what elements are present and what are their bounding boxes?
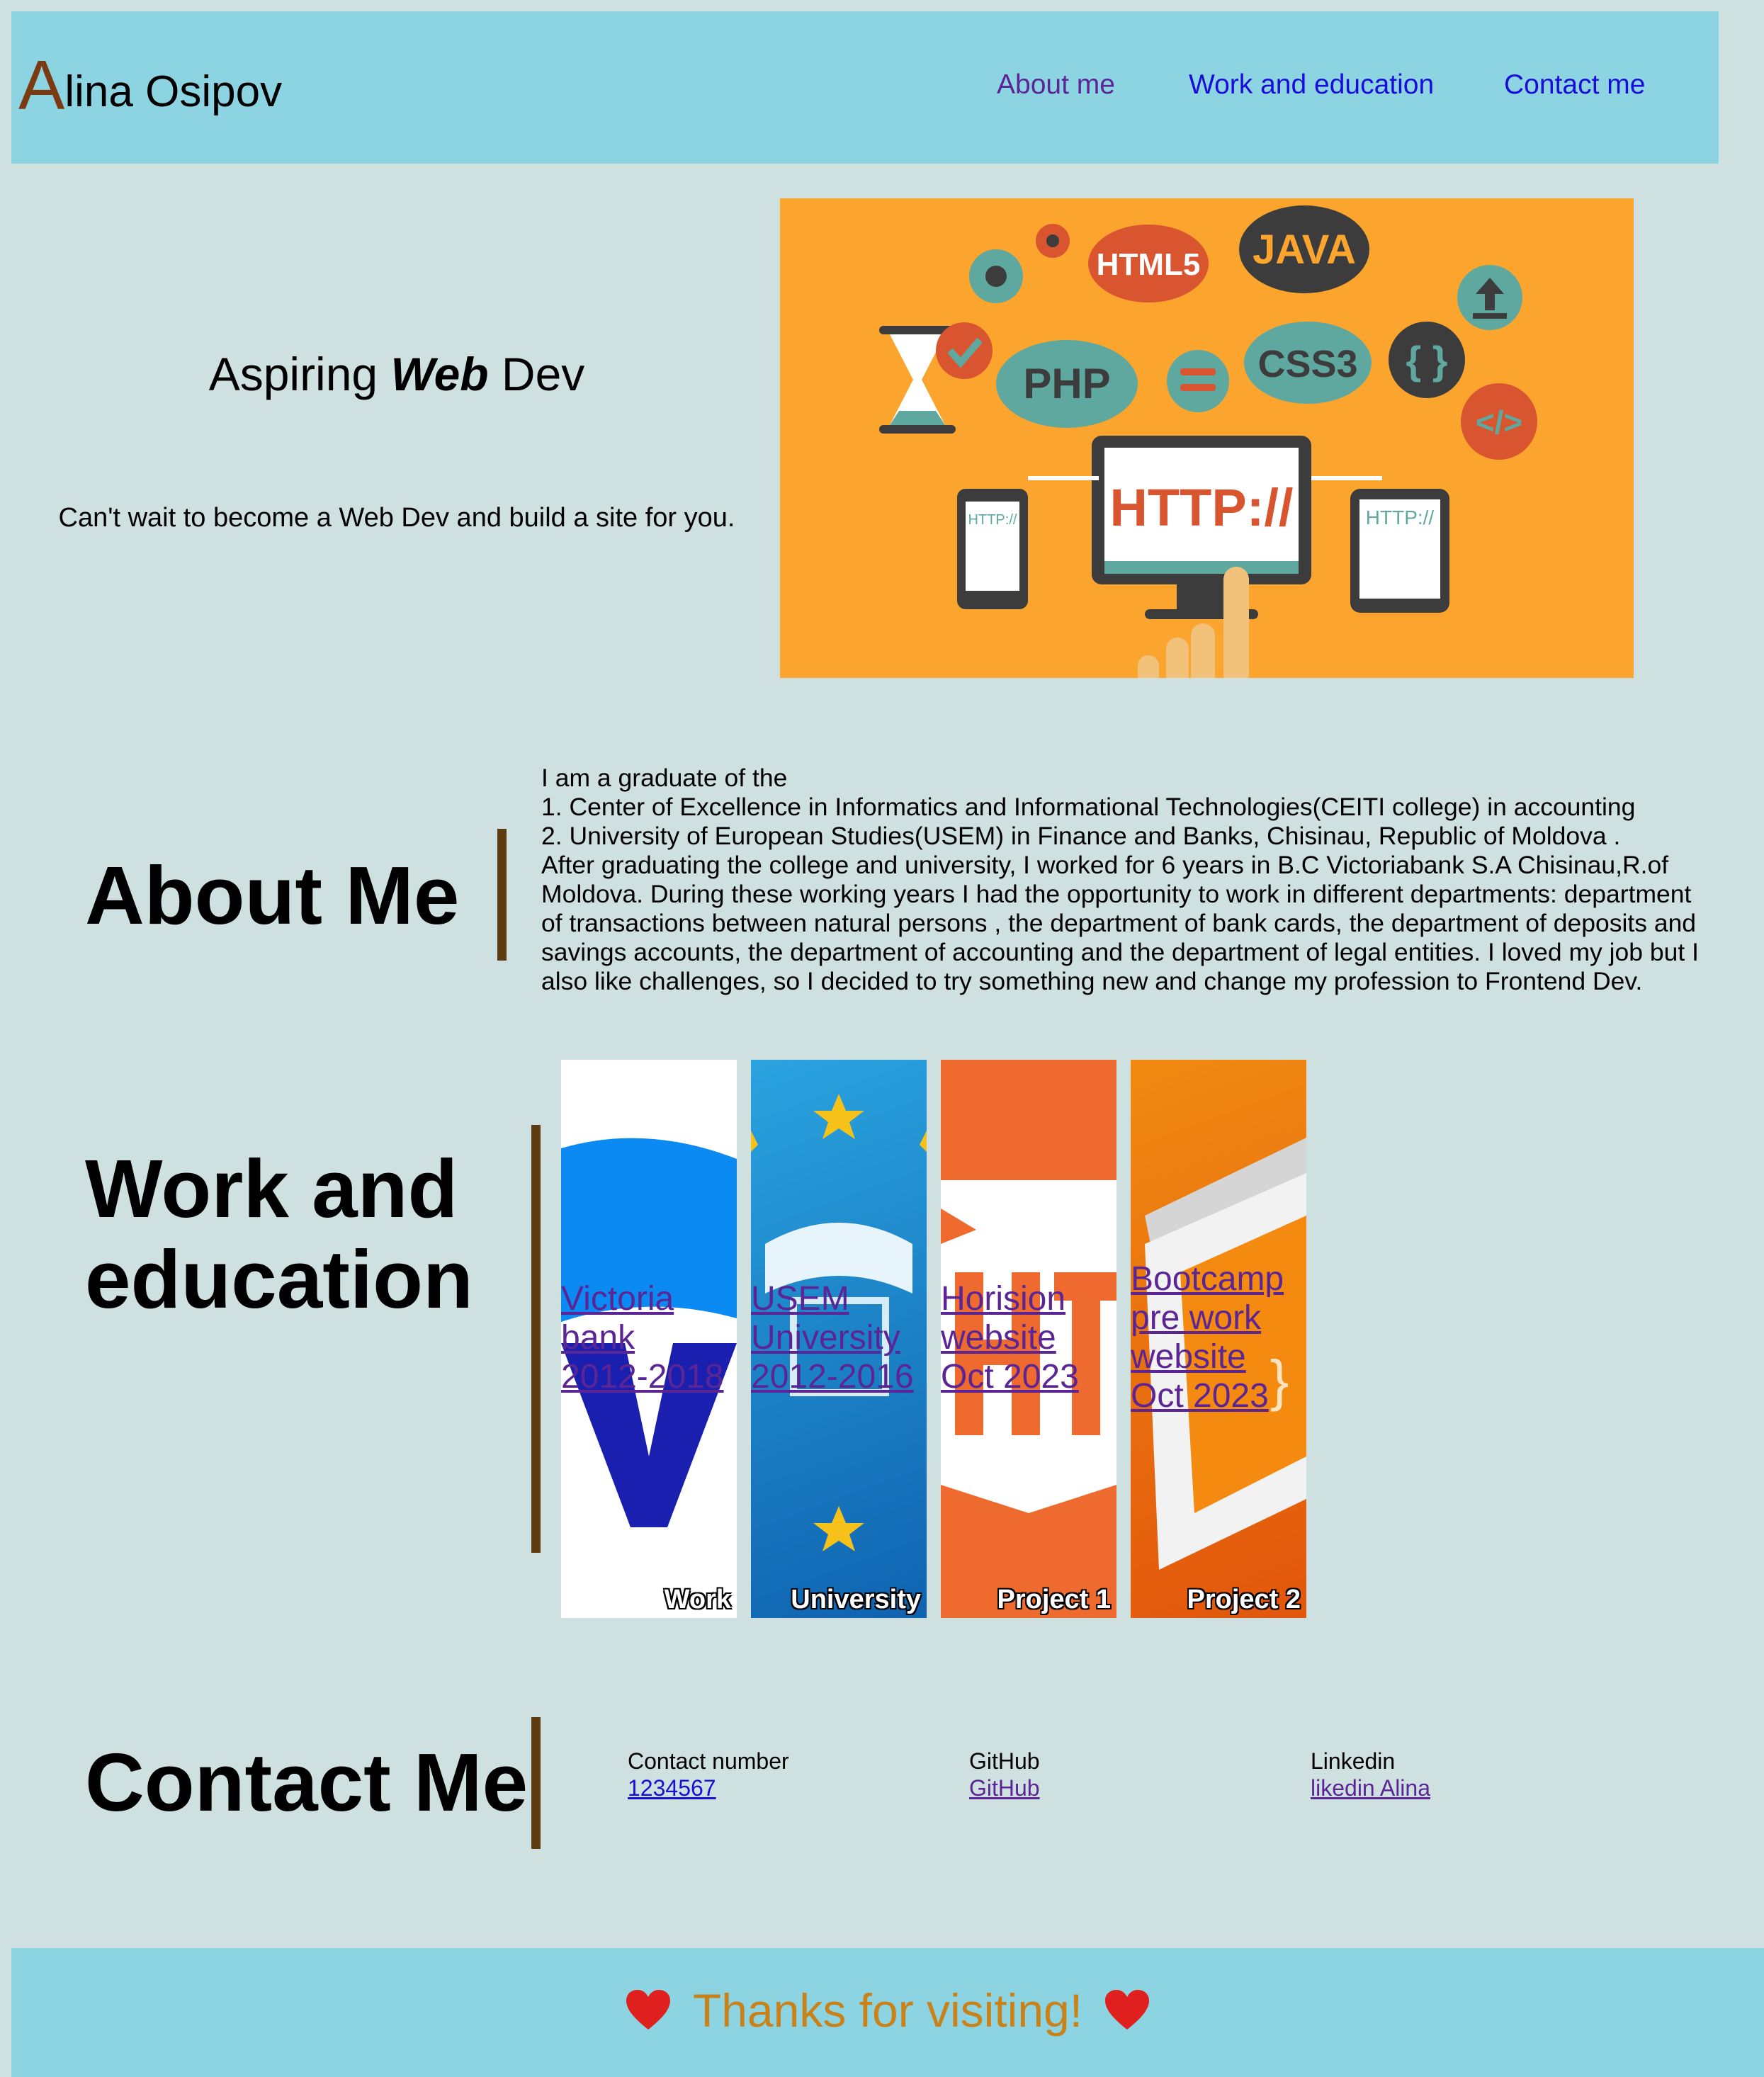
contact-number-link[interactable]: 1234567 — [628, 1775, 716, 1801]
hero-title-pre: Aspiring — [208, 348, 391, 400]
svg-text:HTML5: HTML5 — [1097, 247, 1201, 282]
about-line: After graduating the college and univers… — [541, 851, 1669, 879]
github-link[interactable]: GitHub — [969, 1775, 1040, 1801]
github-label: GitHub — [969, 1748, 1040, 1774]
card-link-line: 2012-2018 — [561, 1358, 724, 1396]
check-icon — [936, 322, 993, 379]
heart-icon — [1104, 1988, 1150, 2042]
about-divider — [497, 829, 507, 961]
work-card-usem-university[interactable]: USEM University 2012-2016 University — [751, 1060, 927, 1618]
svg-text:</>: </> — [1476, 404, 1523, 441]
card-link-line: USEM — [751, 1280, 849, 1318]
card-link-line: Oct 2023 — [941, 1358, 1079, 1396]
svg-text:JAVA: JAVA — [1253, 227, 1356, 273]
java-bubble: JAVA — [1239, 205, 1369, 293]
linkedin-link[interactable]: likedin Alina — [1311, 1775, 1430, 1801]
work-title: Work and education — [85, 1143, 473, 1325]
logo-name: lina Osipov — [64, 67, 283, 116]
hero-title-post: Dev — [488, 348, 585, 400]
phone-icon: HTTP:// — [957, 489, 1028, 609]
work-title-line: education — [85, 1233, 473, 1325]
nav-about-me[interactable]: About me — [997, 69, 1115, 101]
usem-university-link[interactable]: USEM University 2012-2016 — [751, 1279, 927, 1396]
web-tech-illustration: HTML5 JAVA PHP CSS3 { } </> HTTP:// HTTP… — [780, 198, 1634, 678]
horision-website-link[interactable]: Horision website Oct 2023 — [941, 1279, 1116, 1396]
card-link-line: Horision — [941, 1280, 1066, 1318]
contact-divider — [531, 1717, 541, 1849]
about-line: 2. University of European Studies(USEM) … — [541, 822, 1621, 850]
work-card-victoria-bank[interactable]: Victoria bank 2012-2018 Work — [561, 1060, 737, 1618]
svg-text:PHP: PHP — [1023, 360, 1110, 407]
html5-bubble: HTML5 — [1088, 225, 1209, 302]
contact-title: Contact Me — [85, 1736, 528, 1828]
php-bubble: PHP — [996, 340, 1138, 428]
work-divider — [531, 1125, 541, 1553]
card-link-line: bank — [561, 1319, 635, 1357]
svg-text:CSS3: CSS3 — [1257, 343, 1357, 385]
hero-subtitle: Can't wait to become a Web Dev and build… — [58, 503, 735, 533]
bootcamp-prework-link[interactable]: Bootcamp pre work website Oct 2023 — [1131, 1260, 1306, 1415]
site-logo: Alina Osipov — [18, 50, 282, 120]
css3-bubble: CSS3 — [1244, 322, 1372, 404]
card-link-line: Bootcamp — [1131, 1260, 1284, 1298]
about-text: I am a graduate of the 1. Center of Exce… — [541, 764, 1731, 996]
about-line: also like challenges, so I decided to tr… — [541, 967, 1643, 995]
equals-icon — [1167, 350, 1229, 412]
about-title: About Me — [85, 849, 460, 941]
nav-work-education[interactable]: Work and education — [1189, 69, 1434, 101]
about-line: I am a graduate of the — [541, 764, 788, 792]
svg-text:{ }: { } — [1406, 338, 1447, 383]
card-link-line: University — [751, 1319, 900, 1357]
about-line: 1. Center of Excellence in Informatics a… — [541, 793, 1636, 821]
card-link-line: pre work — [1131, 1299, 1262, 1337]
work-card-bootcamp-prework[interactable]: } Bootcamp pre work website Oct 2023 Pro… — [1131, 1060, 1306, 1618]
heart-icon — [625, 1988, 672, 2042]
footer-message: Thanks for visiting! — [11, 1983, 1764, 2042]
work-card-horision-website[interactable]: Horision website Oct 2023 Project 1 — [941, 1060, 1116, 1618]
card-link-line: website — [1131, 1338, 1246, 1376]
about-line: savings accounts, the department of acco… — [541, 938, 1699, 966]
svg-text:HTTP://: HTTP:// — [1366, 506, 1435, 528]
nav-contact-me[interactable]: Contact me — [1504, 69, 1645, 101]
card-link-line: 2012-2016 — [751, 1358, 914, 1396]
logo-initial: A — [18, 46, 65, 124]
card-label-work: Work — [664, 1585, 731, 1614]
tablet-icon: HTTP:// — [1350, 489, 1449, 613]
card-label-project-1: Project 1 — [997, 1585, 1111, 1614]
footer-text: Thanks for visiting! — [692, 1984, 1083, 2037]
card-label-university: University — [791, 1585, 921, 1614]
about-line: of transactions between natural persons … — [541, 909, 1697, 937]
card-link-line: Oct 2023 — [1131, 1377, 1269, 1415]
linkedin-label: Linkedin — [1311, 1748, 1396, 1774]
site-header: Alina Osipov About me Work and education… — [11, 11, 1719, 164]
card-label-project-2: Project 2 — [1187, 1585, 1301, 1614]
svg-text:HTTP://: HTTP:// — [1110, 478, 1294, 537]
about-line: Moldova. During these working years I ha… — [541, 880, 1692, 908]
site-footer: Thanks for visiting! — [11, 1948, 1764, 2077]
card-link-line: Victoria — [561, 1280, 674, 1318]
card-link-line: website — [941, 1319, 1056, 1357]
hero-title: Aspiring Web Dev — [85, 347, 708, 401]
svg-text:HTTP://: HTTP:// — [968, 512, 1017, 528]
hero-title-web: Web — [390, 348, 489, 400]
work-title-line: Work and — [85, 1143, 458, 1235]
contact-number-label: Contact number — [628, 1748, 789, 1774]
victoria-bank-link[interactable]: Victoria bank 2012-2018 — [561, 1279, 737, 1396]
